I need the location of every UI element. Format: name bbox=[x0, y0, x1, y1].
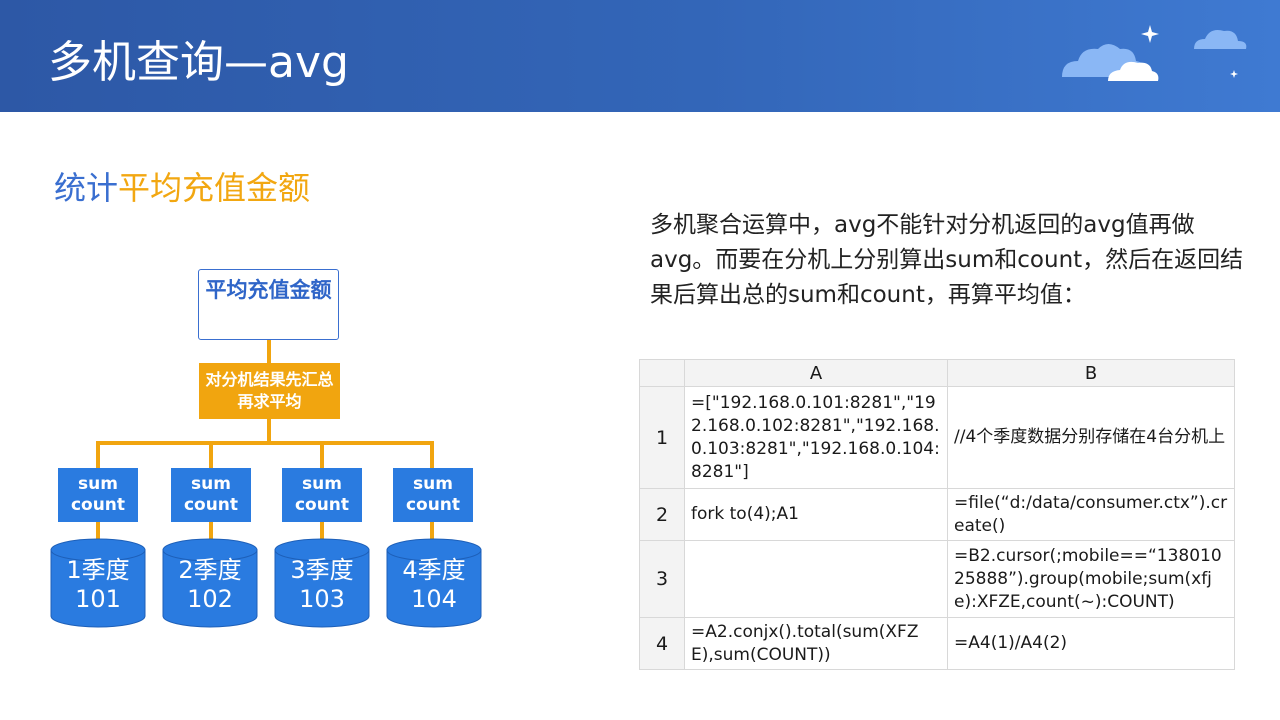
machine-id: 103 bbox=[299, 585, 345, 613]
machine-id: 101 bbox=[75, 585, 121, 613]
count-label: count bbox=[183, 495, 239, 515]
database-node-1: 1季度 101 bbox=[50, 538, 146, 628]
cell-b1[interactable]: //4个季度数据分别存储在4台分机上 bbox=[947, 386, 1235, 489]
cell-a1[interactable]: =["192.168.0.101:8281","192.168.0.102:82… bbox=[684, 386, 948, 489]
sum-label: sum bbox=[78, 474, 118, 494]
corner-cell bbox=[639, 359, 685, 387]
aggregate-node: 对分机结果先汇总再求平均 bbox=[199, 363, 340, 419]
sum-count-node-1: sum count bbox=[58, 468, 138, 522]
database-node-3: 3季度 103 bbox=[274, 538, 370, 628]
sum-count-node-3: sum count bbox=[282, 468, 362, 522]
sum-label: sum bbox=[413, 474, 453, 494]
machine-id: 104 bbox=[411, 585, 457, 613]
cell-a2[interactable]: fork to(4);A1 bbox=[684, 488, 948, 541]
sum-count-node-4: sum count bbox=[393, 468, 473, 522]
count-label: count bbox=[405, 495, 461, 515]
cell-b2[interactable]: =file(“d:/data/consumer.ctx”).create() bbox=[947, 488, 1235, 541]
page-title: 多机查询—avg bbox=[48, 37, 349, 88]
database-node-4: 4季度 104 bbox=[386, 538, 482, 628]
cell-b4[interactable]: =A4(1)/A4(2) bbox=[947, 617, 1235, 670]
cell-a4[interactable]: =A2.conjx().total(sum(XFZE),sum(COUNT)) bbox=[684, 617, 948, 670]
grid-row: 2 fork to(4);A1 =file(“d:/data/consumer.… bbox=[639, 488, 1235, 541]
header-banner: 多机查询—avg bbox=[0, 0, 1280, 112]
section-subtitle: 统计平均充值金额 bbox=[54, 163, 310, 209]
cell-b3[interactable]: =B2.cursor(;mobile==“13801025888”).group… bbox=[947, 540, 1235, 618]
grid-row: 3 =B2.cursor(;mobile==“13801025888”).gro… bbox=[639, 540, 1235, 618]
count-label: count bbox=[294, 495, 350, 515]
sum-label: sum bbox=[191, 474, 231, 494]
code-grid: A B 1 =["192.168.0.101:8281","192.168.0.… bbox=[639, 359, 1235, 670]
quarter-label: 3季度 bbox=[290, 556, 354, 584]
root-node-average: 平均充值金额 bbox=[198, 269, 339, 340]
description-text: 多机聚合运算中，avg不能针对分机返回的avg值再做avg。而要在分机上分别算出… bbox=[650, 212, 1244, 308]
machine-id: 102 bbox=[187, 585, 233, 613]
grid-row: 1 =["192.168.0.101:8281","192.168.0.102:… bbox=[639, 386, 1235, 489]
subtitle-part1: 统计 bbox=[54, 169, 119, 207]
database-node-2: 2季度 102 bbox=[162, 538, 258, 628]
cloud-star-decoration-icon bbox=[1062, 25, 1247, 81]
grid-header-row: A B bbox=[639, 359, 1235, 387]
quarter-label: 4季度 bbox=[402, 556, 466, 584]
sum-label: sum bbox=[302, 474, 342, 494]
row-number[interactable]: 1 bbox=[639, 386, 685, 489]
cell-a3[interactable] bbox=[684, 540, 948, 618]
row-number[interactable]: 4 bbox=[639, 617, 685, 670]
grid-row: 4 =A2.conjx().total(sum(XFZE),sum(COUNT)… bbox=[639, 617, 1235, 670]
row-number[interactable]: 3 bbox=[639, 540, 685, 618]
sum-count-node-2: sum count bbox=[171, 468, 251, 522]
count-label: count bbox=[70, 495, 126, 515]
quarter-label: 1季度 bbox=[66, 556, 130, 584]
quarter-label: 2季度 bbox=[178, 556, 242, 584]
column-header-b[interactable]: B bbox=[947, 359, 1235, 387]
column-header-a[interactable]: A bbox=[684, 359, 948, 387]
subtitle-part2: 平均充值金额 bbox=[118, 169, 311, 207]
row-number[interactable]: 2 bbox=[639, 488, 685, 541]
